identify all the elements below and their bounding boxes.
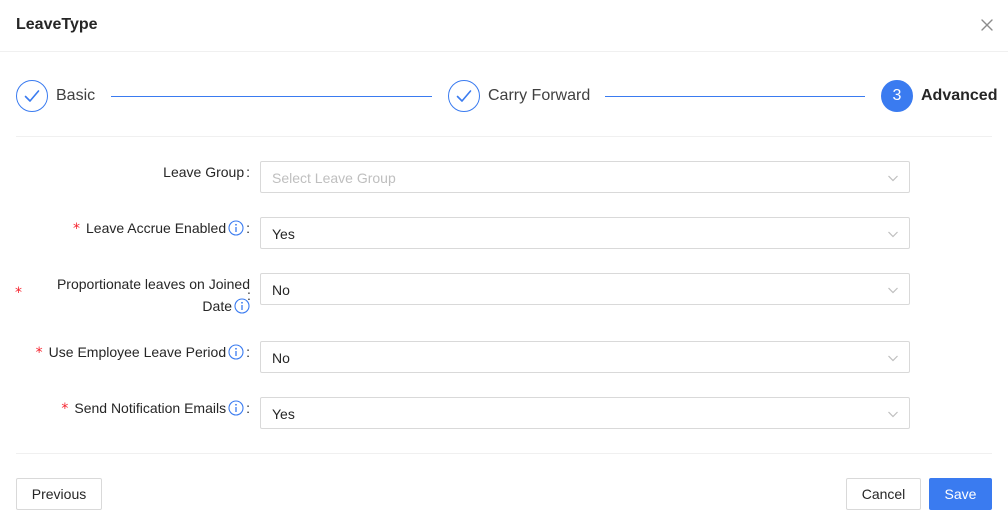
step-basic-check-icon[interactable] [16, 80, 48, 112]
proportionate-label-line2: Date [202, 295, 250, 317]
chevron-down-icon [888, 411, 898, 418]
employee-leave-period-label: * Use Employee Leave Period: [35, 344, 250, 361]
modal-header: LeaveType [0, 0, 1008, 52]
close-icon[interactable] [976, 14, 998, 36]
leave-group-label: Leave Group: [163, 164, 250, 180]
colon: : [247, 287, 251, 303]
required-mark: * [15, 285, 22, 301]
proportionate-label-line1: Proportionate leaves on Joined [56, 276, 250, 292]
notification-emails-value: Yes [272, 406, 295, 422]
step-carry-forward-check-icon[interactable] [448, 80, 480, 112]
step-connector [605, 96, 865, 97]
proportionate-select[interactable]: No [260, 273, 910, 305]
step-carry-forward-title[interactable]: Carry Forward [488, 86, 590, 106]
leave-group-select[interactable]: Select Leave Group [260, 161, 910, 193]
previous-button[interactable]: Previous [16, 478, 102, 510]
step-basic-title[interactable]: Basic [56, 86, 95, 106]
step-advanced-title[interactable]: Advanced [921, 86, 997, 106]
steps-bar: Basic Carry Forward 3 Advanced [0, 52, 1008, 137]
chevron-down-icon [888, 231, 898, 238]
employee-leave-period-value: No [272, 350, 290, 366]
chevron-down-icon [888, 175, 898, 182]
notification-emails-select[interactable]: Yes [260, 397, 910, 429]
chevron-down-icon [888, 287, 898, 294]
notification-emails-label: * Send Notification Emails: [61, 400, 250, 417]
leave-accrue-select[interactable]: Yes [260, 217, 910, 249]
employee-leave-period-select[interactable]: No [260, 341, 910, 373]
proportionate-value: No [272, 282, 290, 298]
step-connector [111, 96, 432, 97]
info-icon[interactable] [228, 400, 244, 416]
info-icon[interactable] [228, 344, 244, 360]
leave-accrue-label: * Leave Accrue Enabled: [73, 220, 250, 237]
modal-title: LeaveType [16, 16, 98, 33]
chevron-down-icon [888, 355, 898, 362]
leave-accrue-value: Yes [272, 226, 295, 242]
leave-group-placeholder: Select Leave Group [272, 170, 396, 186]
divider [16, 136, 992, 137]
save-button[interactable]: Save [929, 478, 992, 510]
step-advanced-number[interactable]: 3 [881, 80, 913, 112]
cancel-button[interactable]: Cancel [846, 478, 921, 510]
info-icon[interactable] [228, 220, 244, 236]
divider [16, 453, 992, 454]
